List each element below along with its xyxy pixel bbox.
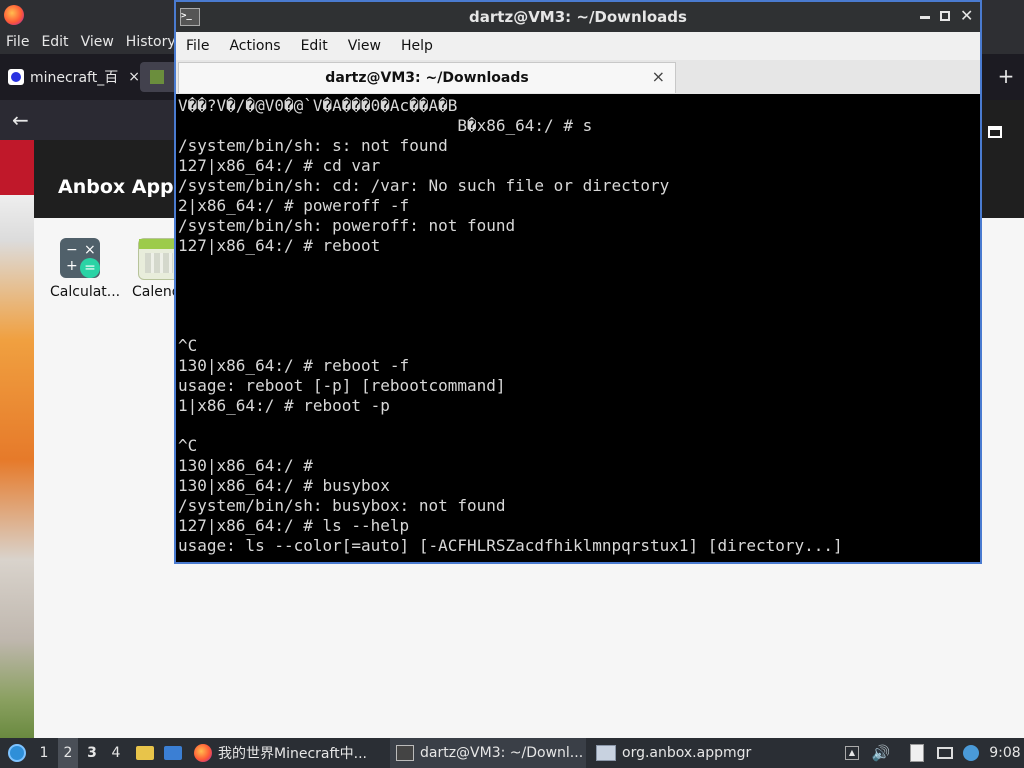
firefox-menu-history[interactable]: History (120, 34, 182, 50)
task-firefox[interactable]: 我的世界Minecraft中... (194, 738, 382, 768)
update-globe-icon (963, 745, 979, 761)
new-tab-button[interactable]: + (996, 64, 1016, 88)
terminal-line: 130|x86_64:/ # reboot -f (178, 356, 410, 375)
firefox-icon (194, 744, 212, 762)
firefox-tab-minecraft[interactable]: minecraft_百 × (8, 62, 140, 92)
close-window-icon[interactable]: ✕ (960, 6, 974, 26)
firefox-menu-file[interactable]: File (0, 34, 35, 50)
terminal-line: 127|x86_64:/ # cd var (178, 156, 381, 175)
terminal-line: 2|x86_64:/ # poweroff -f (178, 196, 410, 215)
speaker-icon: 🔊 (871, 744, 891, 762)
tray-up-arrow[interactable]: ▲ (844, 738, 860, 768)
terminal-menubar: File Actions Edit View Help (176, 32, 980, 61)
terminal-line: usage: ls --color[=auto] [-ACFHLRSZacdfh… (178, 536, 843, 555)
close-icon[interactable]: × (652, 67, 665, 86)
workspace-3[interactable]: 3 (82, 738, 102, 768)
desktop-launcher[interactable] (162, 738, 184, 768)
terminal-line: V��?V�/�@V0�@`V�A���0�Ac��A�B (178, 96, 458, 115)
task-label: 我的世界Minecraft中... (218, 746, 368, 762)
terminal-line: ^C (178, 436, 198, 455)
network-tray[interactable] (934, 738, 956, 768)
window-layout-icon[interactable] (988, 126, 1002, 138)
show-desktop-icon (164, 746, 182, 760)
terminal-line: 1|x86_64:/ # reboot -p (178, 396, 390, 415)
terminal-icon: >_ (180, 8, 200, 26)
lubuntu-logo-icon (8, 744, 26, 762)
terminal-line: B�x86_64:/ # s (178, 116, 593, 135)
folder-icon (136, 746, 154, 760)
terminal-tab-label: dartz@VM3: ~/Downloads (325, 70, 529, 86)
terminal-text: V��?V�/�@V0�@`V�A���0�Ac��A�B B�x86_64:/… (178, 96, 843, 556)
task-terminal[interactable]: dartz@VM3: ~/Downl... (390, 738, 586, 768)
terminal-line: 127|x86_64:/ # reboot (178, 236, 381, 255)
network-icon (937, 747, 953, 759)
workspace-4[interactable]: 4 (106, 738, 126, 768)
clipboard-icon (910, 744, 924, 762)
terminal-menu-help[interactable]: Help (391, 38, 443, 54)
calculator-icon[interactable]: − × + = (60, 238, 100, 278)
file-manager-launcher[interactable] (134, 738, 156, 768)
calculator-label[interactable]: Calculat... (50, 284, 120, 300)
task-anbox[interactable]: org.anbox.appmgr (596, 738, 766, 768)
firefox-menu-view[interactable]: View (75, 34, 120, 50)
terminal-line: 130|x86_64:/ # busybox (178, 476, 390, 495)
volume-control[interactable]: 🔊 (870, 738, 892, 768)
terminal-menu-file[interactable]: File (176, 38, 219, 54)
anbox-header: Anbox Applic (34, 140, 198, 218)
terminal-menu-view[interactable]: View (338, 38, 391, 54)
workspace-2[interactable]: 2 (58, 738, 78, 768)
window-icon (596, 745, 616, 761)
terminal-tab[interactable]: dartz@VM3: ~/Downloads × (178, 62, 676, 93)
minimize-icon[interactable] (920, 16, 930, 19)
maximize-icon[interactable] (940, 11, 950, 21)
terminal-line: /system/bin/sh: poweroff: not found (178, 216, 516, 235)
terminal-window: >_ dartz@VM3: ~/Downloads ✕ File Actions… (174, 0, 982, 564)
chevron-up-icon: ▲ (845, 746, 859, 760)
terminal-window-title: dartz@VM3: ~/Downloads (469, 8, 687, 26)
task-label: org.anbox.appmgr (622, 745, 752, 761)
minecraft-page-background (0, 140, 34, 738)
clock[interactable]: 9:08 (988, 738, 1022, 768)
terminal-menu-actions[interactable]: Actions (219, 38, 290, 54)
terminal-menu-edit[interactable]: Edit (291, 38, 338, 54)
baidu-paw-icon (8, 69, 24, 85)
close-icon[interactable]: × (128, 69, 140, 85)
anbox-header-right (980, 100, 1024, 218)
terminal-line: 127|x86_64:/ # ls --help (178, 516, 410, 535)
terminal-output[interactable]: V��?V�/�@V0�@`V�A���0�Ac��A�B B�x86_64:/… (176, 94, 980, 562)
terminal-line: ^C (178, 336, 198, 355)
firefox-menu-edit[interactable]: Edit (35, 34, 74, 50)
terminal-icon (396, 745, 414, 761)
minecraft-icon (150, 70, 164, 84)
task-label: dartz@VM3: ~/Downl... (420, 745, 584, 761)
back-arrow-icon[interactable]: ← (12, 108, 36, 132)
firefox-tab-2[interactable] (140, 62, 174, 92)
terminal-line: 130|x86_64:/ # (178, 456, 313, 475)
terminal-line: /system/bin/sh: cd: /var: No such file o… (178, 176, 670, 195)
firefox-tab-label: minecraft_百 (30, 70, 119, 86)
updates-tray[interactable] (960, 738, 982, 768)
workspace-1[interactable]: 1 (34, 738, 54, 768)
terminal-tabbar: dartz@VM3: ~/Downloads × (176, 60, 980, 94)
firefox-icon (4, 5, 24, 25)
clipboard-tray[interactable] (906, 738, 928, 768)
terminal-line: usage: reboot [-p] [rebootcommand] (178, 376, 506, 395)
terminal-line: /system/bin/sh: s: not found (178, 136, 448, 155)
terminal-titlebar[interactable]: >_ dartz@VM3: ~/Downloads ✕ (176, 2, 980, 32)
taskbar: 1 2 3 4 我的世界Minecraft中... dartz@VM3: ~/D… (0, 738, 1024, 768)
terminal-line: /system/bin/sh: busybox: not found (178, 496, 506, 515)
start-menu-button[interactable] (4, 738, 30, 768)
